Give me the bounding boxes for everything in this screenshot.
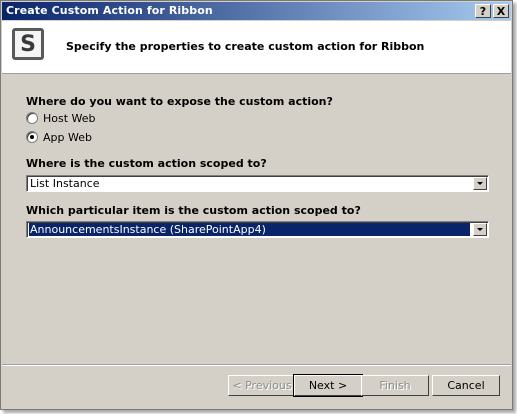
item-dropdown-value: AnnouncementsInstance (SharePointApp4): [29, 223, 470, 236]
close-button[interactable]: X: [493, 4, 509, 18]
previous-button[interactable]: < Previous: [228, 375, 296, 396]
dialog-window: Create Custom Action for Ribbon ? X S Sp…: [0, 0, 513, 410]
cancel-button[interactable]: Cancel: [432, 375, 500, 396]
footer-divider: [2, 364, 511, 366]
app-web-label[interactable]: App Web: [43, 131, 92, 144]
sharepoint-logo-icon: S: [12, 28, 44, 60]
host-web-label[interactable]: Host Web: [43, 112, 96, 125]
header-panel: S Specify the properties to create custo…: [2, 21, 511, 74]
dropdown-arrow-icon[interactable]: [473, 223, 487, 236]
finish-button[interactable]: Finish: [361, 375, 429, 396]
app-web-radio[interactable]: [26, 131, 38, 143]
scope-dropdown[interactable]: List Instance: [26, 175, 489, 192]
expose-question-label: Where do you want to expose the custom a…: [26, 95, 333, 108]
item-dropdown[interactable]: AnnouncementsInstance (SharePointApp4): [26, 221, 489, 238]
header-description: Specify the properties to create custom …: [66, 40, 425, 53]
app-web-radio-option[interactable]: App Web: [26, 130, 92, 144]
logo-letter: S: [20, 31, 36, 57]
host-web-radio[interactable]: [26, 112, 38, 124]
scope-dropdown-value: List Instance: [30, 177, 100, 190]
host-web-radio-option[interactable]: Host Web: [26, 111, 96, 125]
window-title: Create Custom Action for Ribbon: [6, 4, 213, 17]
help-button[interactable]: ?: [475, 4, 491, 18]
dropdown-arrow-icon[interactable]: [473, 177, 487, 190]
title-bar[interactable]: Create Custom Action for Ribbon ? X: [2, 2, 511, 20]
item-question-label: Which particular item is the custom acti…: [26, 204, 361, 217]
next-button[interactable]: Next >: [293, 374, 363, 397]
scope-question-label: Where is the custom action scoped to?: [26, 157, 267, 170]
